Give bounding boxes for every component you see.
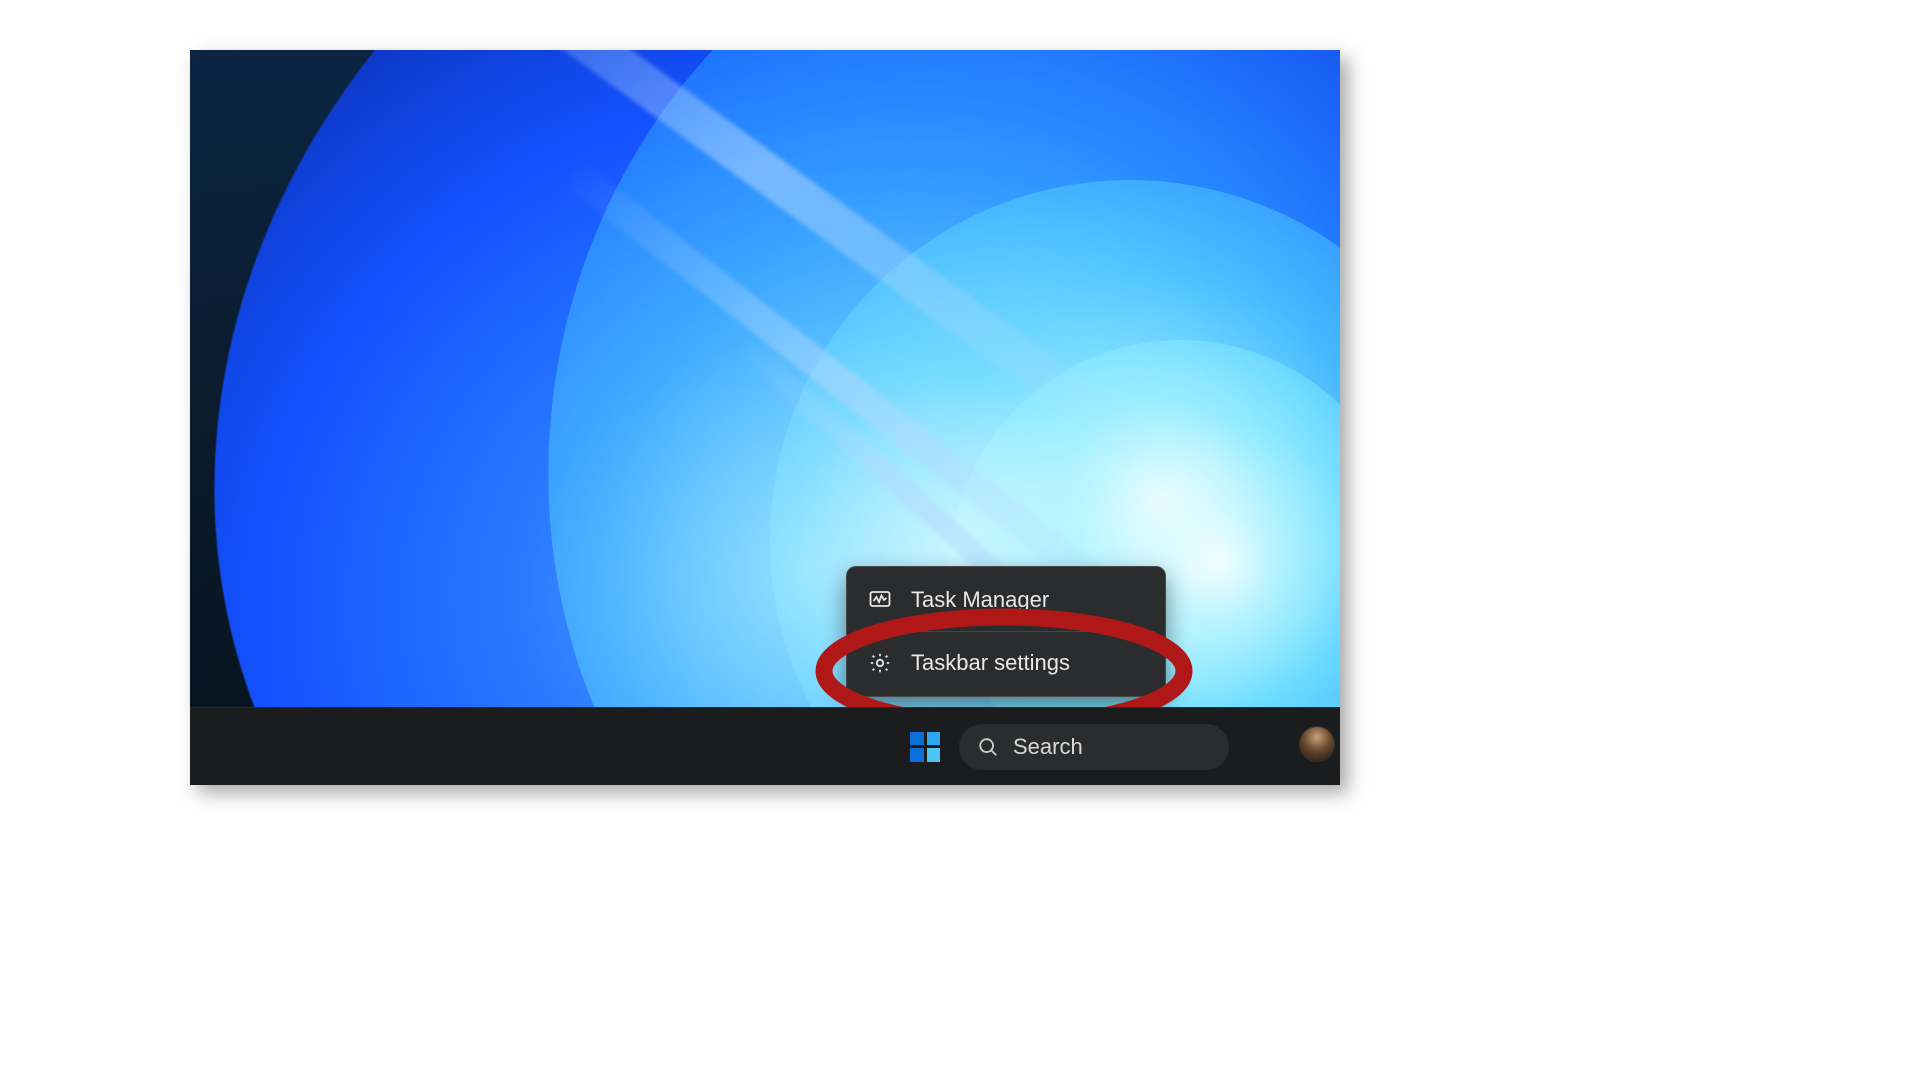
taskbar-settings-menu-item[interactable]: Taskbar settings	[847, 636, 1165, 690]
user-avatar[interactable]	[1300, 727, 1334, 761]
taskbar-context-menu: Task Manager Taskbar settings	[846, 566, 1166, 697]
gear-icon	[867, 650, 893, 676]
menu-separator	[857, 631, 1155, 632]
taskbar-center-group: Search	[190, 708, 1340, 785]
start-button[interactable]	[905, 727, 945, 767]
activity-icon	[867, 587, 893, 613]
screenshot-frame: Task Manager Taskbar settings	[190, 50, 1340, 785]
task-manager-menu-item[interactable]: Task Manager	[847, 573, 1165, 627]
search-placeholder: Search	[1013, 734, 1083, 760]
search-icon	[977, 736, 999, 758]
taskbar-search[interactable]: Search	[959, 724, 1229, 770]
taskbar[interactable]: Search	[190, 707, 1340, 785]
desktop-wallpaper[interactable]	[190, 50, 1340, 785]
menu-item-label: Task Manager	[911, 587, 1049, 613]
windows-logo-icon	[910, 732, 940, 762]
menu-item-label: Taskbar settings	[911, 650, 1070, 676]
